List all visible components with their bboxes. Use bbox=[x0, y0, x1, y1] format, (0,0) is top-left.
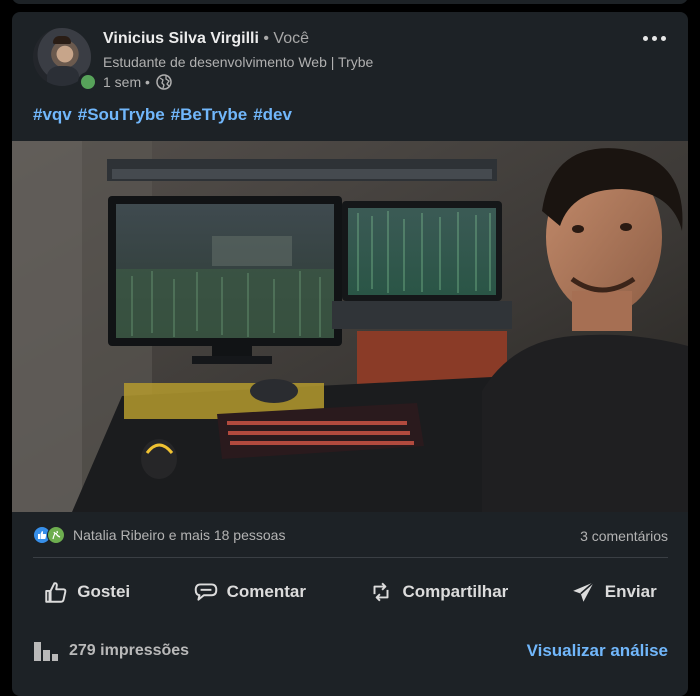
hashtag-link[interactable]: #BeTrybe bbox=[171, 105, 248, 125]
post-footer: 279 impressões Visualizar análise bbox=[33, 640, 668, 662]
post-actions-bar: Gostei Comentar Compartilhar Enviar bbox=[12, 568, 688, 616]
post-meta: 1 sem • bbox=[103, 74, 172, 90]
feed-post-card: Vinicius Silva Virgilli • Você Estudante… bbox=[12, 12, 688, 696]
impressions-label: 279 impressões bbox=[69, 642, 190, 659]
bar-chart-icon bbox=[34, 642, 58, 661]
reactions-summary[interactable]: Natalia Ribeiro e mais 18 pessoas bbox=[33, 526, 285, 544]
send-label: Enviar bbox=[604, 582, 657, 601]
reaction-icons bbox=[33, 526, 67, 544]
impressions-count: 279 impressões bbox=[33, 640, 189, 662]
share-button[interactable]: Compartilhar bbox=[358, 571, 518, 613]
divider bbox=[33, 557, 668, 558]
dot bbox=[642, 35, 648, 41]
author-name[interactable]: Vinicius Silva Virgilli bbox=[103, 30, 259, 47]
hashtag-link[interactable]: #vqv bbox=[33, 105, 72, 125]
comment-button[interactable]: Comentar bbox=[183, 571, 316, 613]
view-analytics-link[interactable]: Visualizar análise bbox=[527, 641, 668, 661]
comment-label: Comentar bbox=[226, 582, 306, 601]
avatar-hair bbox=[53, 36, 71, 44]
globe-icon bbox=[156, 74, 172, 90]
author-relation: • Você bbox=[263, 30, 310, 47]
hashtag-link[interactable]: #SouTrybe bbox=[78, 105, 165, 125]
author-headline: Estudante de desenvolvimento Web | Trybe bbox=[103, 54, 374, 70]
previous-card-edge bbox=[12, 0, 688, 4]
online-status-indicator bbox=[78, 72, 98, 92]
post-photo[interactable] bbox=[12, 141, 688, 512]
post-hashtags: #vqv #SouTrybe #BeTrybe #dev bbox=[33, 105, 292, 125]
author-line: Vinicius Silva Virgilli • Você bbox=[103, 30, 309, 48]
desk-setup-photo bbox=[12, 141, 688, 512]
post-time: 1 sem • bbox=[103, 74, 150, 90]
like-label: Gostei bbox=[77, 582, 131, 601]
avatar-shirt bbox=[47, 66, 79, 86]
more-options-icon[interactable] bbox=[640, 32, 668, 44]
comment-icon bbox=[194, 583, 217, 601]
celebrate-reaction-icon bbox=[47, 526, 65, 544]
dot bbox=[660, 35, 666, 41]
share-label: Compartilhar bbox=[402, 582, 509, 601]
send-button[interactable]: Enviar bbox=[561, 571, 667, 613]
like-button[interactable]: Gostei bbox=[33, 571, 140, 613]
thumbs-up-icon bbox=[45, 582, 67, 603]
hashtag-link[interactable]: #dev bbox=[253, 105, 292, 125]
repost-icon bbox=[373, 582, 389, 602]
dot bbox=[651, 35, 657, 41]
comments-count[interactable]: 3 comentários bbox=[580, 528, 668, 544]
paper-plane-icon bbox=[572, 581, 595, 602]
reactions-text: Natalia Ribeiro e mais 18 pessoas bbox=[73, 527, 286, 543]
